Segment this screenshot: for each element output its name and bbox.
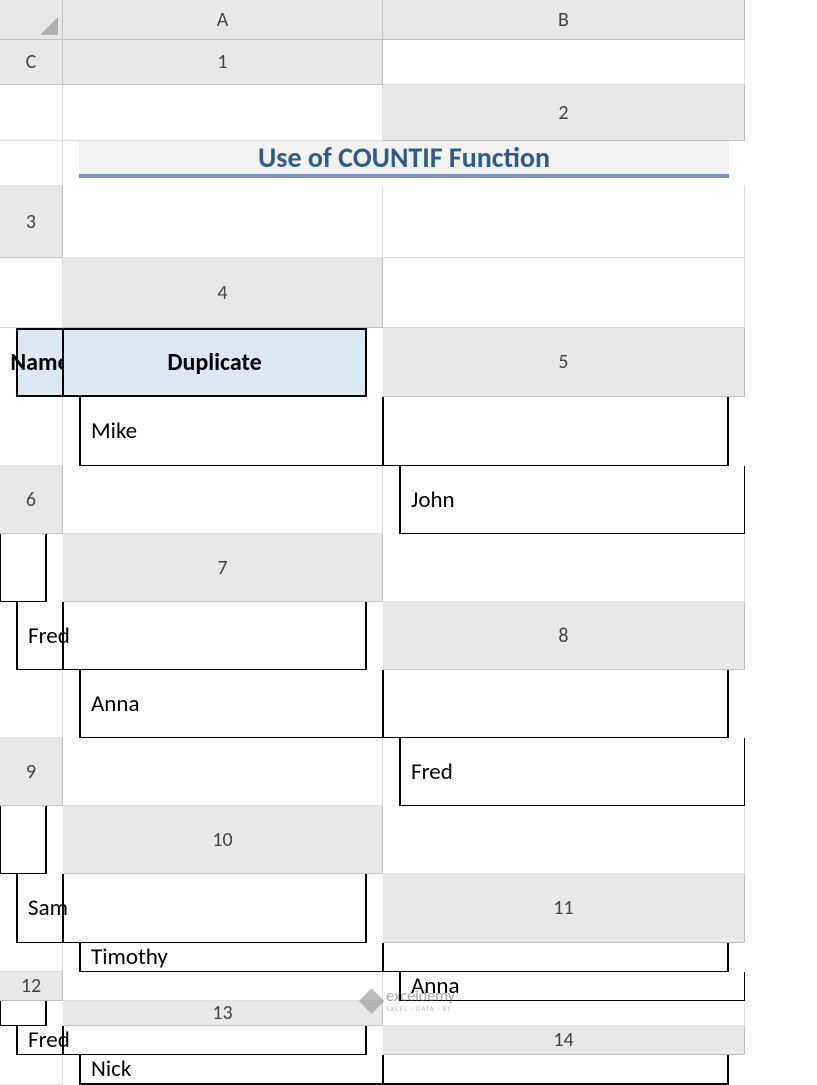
row-header-5[interactable]: 5	[383, 328, 745, 397]
row-header-8[interactable]: 8	[383, 602, 745, 670]
cell-b3[interactable]	[383, 186, 745, 258]
cell-a9[interactable]	[63, 738, 383, 806]
col-header-c[interactable]: C	[0, 40, 63, 85]
row-header-6[interactable]: 6	[0, 466, 63, 534]
row-header-2[interactable]: 2	[383, 85, 745, 141]
table-row[interactable]	[63, 1026, 367, 1055]
cell-a7[interactable]	[383, 534, 745, 602]
table-row[interactable]	[0, 806, 47, 874]
table-row[interactable]: Nick	[79, 1055, 383, 1085]
row-header-9[interactable]: 9	[0, 738, 63, 806]
watermark-tagline: EXCEL · DATA · BI	[386, 1005, 455, 1012]
cell-c1[interactable]	[63, 85, 383, 141]
logo-icon	[358, 988, 383, 1013]
row-header-10[interactable]: 10	[63, 806, 383, 874]
cell-a11[interactable]	[0, 943, 63, 972]
table-row[interactable]: Sam	[16, 874, 63, 943]
row-header-7[interactable]: 7	[63, 534, 383, 602]
cell-c3[interactable]	[0, 258, 63, 328]
col-header-b[interactable]: B	[383, 0, 745, 40]
table-row[interactable]: Fred	[16, 602, 63, 670]
table-header-name[interactable]: Name	[16, 328, 63, 397]
table-row[interactable]: Anna	[79, 670, 383, 738]
col-header-a[interactable]: A	[63, 0, 383, 40]
watermark-text: exceldemy EXCEL · DATA · BI	[386, 989, 455, 1012]
row-header-1[interactable]: 1	[63, 40, 383, 85]
table-row[interactable]: Fred	[399, 738, 745, 806]
row-header-3[interactable]: 3	[0, 186, 63, 258]
cell-a10[interactable]	[383, 806, 745, 874]
table-row[interactable]	[63, 602, 367, 670]
table-row[interactable]	[0, 534, 47, 602]
page-title[interactable]: Use of COUNTIF Function	[79, 141, 729, 178]
table-row[interactable]	[383, 1055, 729, 1085]
cell-a1[interactable]	[383, 40, 745, 85]
row-header-11[interactable]: 11	[383, 874, 745, 943]
table-row[interactable]	[383, 670, 729, 738]
cell-b1[interactable]	[0, 85, 63, 141]
watermark-brand: exceldemy	[386, 989, 455, 1005]
table-row[interactable]: Timothy	[79, 943, 383, 972]
table-row[interactable]	[383, 943, 729, 972]
table-row[interactable]: Fred	[16, 1026, 63, 1055]
cell-a6[interactable]	[63, 466, 383, 534]
row-header-14[interactable]: 14	[383, 1026, 745, 1055]
cell-a2[interactable]	[0, 141, 63, 186]
select-all-corner[interactable]	[0, 0, 63, 40]
cell-a12[interactable]	[63, 972, 383, 1001]
spreadsheet-grid: A B C 1 2 Use of COUNTIF Function 3 4 Na…	[0, 0, 817, 1085]
cell-a8[interactable]	[0, 670, 63, 738]
table-row[interactable]	[63, 874, 367, 943]
table-row[interactable]	[383, 397, 729, 466]
watermark: exceldemy EXCEL · DATA · BI	[362, 989, 455, 1012]
table-row[interactable]	[0, 1001, 47, 1026]
row-header-4[interactable]: 4	[63, 258, 383, 328]
row-header-13[interactable]: 13	[63, 1001, 383, 1026]
cell-a4[interactable]	[383, 258, 745, 328]
cell-a3[interactable]	[63, 186, 383, 258]
cell-a5[interactable]	[0, 397, 63, 466]
table-row[interactable]: John	[399, 466, 745, 534]
table-row[interactable]: Mike	[79, 397, 383, 466]
row-header-12[interactable]: 12	[0, 972, 63, 1001]
cell-a14[interactable]	[0, 1055, 63, 1085]
table-header-duplicate[interactable]: Duplicate	[63, 328, 367, 397]
